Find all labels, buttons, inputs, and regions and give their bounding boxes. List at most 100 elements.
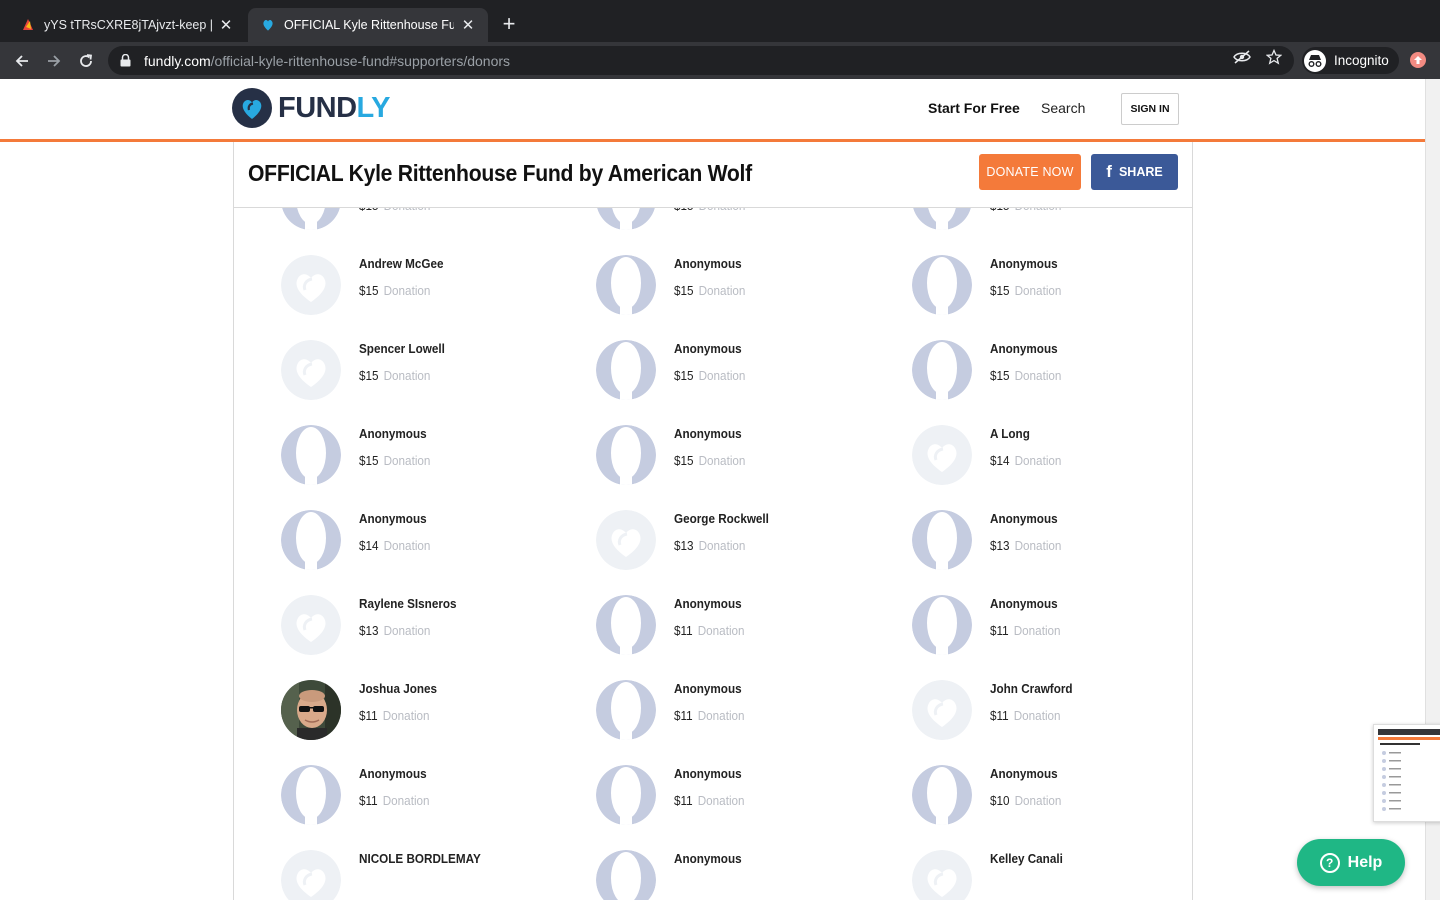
donation-label: Donation bbox=[1014, 283, 1062, 298]
fundly-default-avatar-icon bbox=[281, 340, 341, 400]
donor-name: Anonymous bbox=[990, 256, 1058, 271]
campaign-title: OFFICIAL Kyle Rittenhouse Fund by Americ… bbox=[248, 160, 752, 186]
donor-name: Anonymous bbox=[674, 851, 742, 866]
donor-name: NICOLE BORDLEMAY bbox=[359, 851, 481, 866]
anonymous-avatar-icon bbox=[596, 680, 656, 740]
donation-label: Donation bbox=[698, 283, 746, 298]
tab-favicon-icon bbox=[20, 17, 36, 33]
donation-value: $15 bbox=[674, 368, 694, 383]
donor-name: Anonymous bbox=[990, 766, 1058, 781]
incognito-profile-button[interactable]: Incognito bbox=[1302, 47, 1399, 74]
donor-card: Raylene SIsneros $13 Donation bbox=[281, 583, 581, 668]
help-button[interactable]: ? Help bbox=[1297, 839, 1405, 886]
address-bar[interactable]: fundly.com/official-kyle-rittenhouse-fun… bbox=[108, 46, 1294, 75]
donation-value: $10 bbox=[990, 793, 1010, 808]
browser-update-icon[interactable] bbox=[1410, 52, 1426, 68]
donation-value: $11 bbox=[990, 623, 1009, 638]
reload-icon[interactable] bbox=[74, 49, 98, 73]
nav-start-for-free[interactable]: Start For Free bbox=[928, 100, 1020, 116]
browser-tab-active[interactable]: OFFICIAL Kyle Rittenhouse Fun ✕ bbox=[248, 8, 488, 42]
donation-amount: $11 Donation bbox=[674, 793, 745, 808]
facebook-share-button[interactable]: f SHARE bbox=[1091, 154, 1178, 190]
donation-label: Donation bbox=[1014, 368, 1062, 383]
tab-close-icon[interactable]: ✕ bbox=[460, 17, 476, 34]
donor-name: Andrew McGee bbox=[359, 256, 444, 271]
browser-tab-bar: yYS tTRsCXRE8jTAjvzt-keep | F ✕ OFFICIAL… bbox=[0, 0, 1440, 42]
donor-grid: Anonymous $15 Donation Anonymous $15 Donati… bbox=[234, 158, 1194, 900]
bookmark-star-icon[interactable] bbox=[1265, 48, 1283, 66]
anonymous-avatar-icon bbox=[596, 340, 656, 400]
donor-card: Anonymous $14 Donation bbox=[281, 498, 581, 583]
donation-amount: $10 Donation bbox=[990, 793, 1061, 808]
donation-label: Donation bbox=[697, 623, 745, 638]
fundly-logo-icon bbox=[232, 88, 272, 128]
donation-label: Donation bbox=[697, 708, 745, 723]
fundly-favicon-icon bbox=[260, 17, 276, 33]
donation-label: Donation bbox=[383, 623, 431, 638]
donor-card: Anonymous $13 Donation bbox=[912, 498, 1212, 583]
screenshot-thumbnail-preview[interactable] bbox=[1373, 724, 1440, 822]
donation-value: $15 bbox=[674, 453, 694, 468]
donation-amount: $11 Donation bbox=[674, 708, 745, 723]
help-label: Help bbox=[1347, 853, 1383, 871]
donation-amount: $15 Donation bbox=[990, 283, 1061, 298]
sign-in-button[interactable]: SIGN IN bbox=[1121, 93, 1179, 125]
tab-title: yYS tTRsCXRE8jTAjvzt-keep | F bbox=[44, 18, 212, 32]
donation-amount: $11 Donation bbox=[359, 708, 430, 723]
donor-name: Anonymous bbox=[674, 681, 742, 696]
donation-amount: $15 Donation bbox=[359, 453, 430, 468]
donor-name: Anonymous bbox=[359, 426, 427, 441]
donation-value: $13 bbox=[359, 623, 379, 638]
browser-tab-inactive[interactable]: yYS tTRsCXRE8jTAjvzt-keep | F ✕ bbox=[8, 8, 246, 42]
donor-card: Anonymous $11 Donation bbox=[596, 668, 896, 753]
donation-label: Donation bbox=[382, 708, 430, 723]
donation-amount: $13 Donation bbox=[990, 538, 1061, 553]
back-icon[interactable] bbox=[10, 49, 34, 73]
anonymous-avatar-icon bbox=[281, 765, 341, 825]
donation-label: Donation bbox=[383, 368, 431, 383]
donor-row: Joshua Jones $11 Donation Anonymous $11 Don… bbox=[234, 668, 1194, 753]
donation-value: $11 bbox=[359, 793, 378, 808]
fundly-default-avatar-icon bbox=[912, 425, 972, 485]
fundly-default-avatar-icon bbox=[281, 595, 341, 655]
donor-card: Anonymous $11 Donation bbox=[596, 583, 896, 668]
donor-row: Spencer Lowell $15 Donation Anonymous $15 D… bbox=[234, 328, 1194, 413]
fundly-logo[interactable]: FUNDLY bbox=[232, 88, 390, 128]
tracking-eye-off-icon[interactable] bbox=[1233, 48, 1251, 66]
donor-card: Anonymous $15 Donation bbox=[596, 243, 896, 328]
tab-title: OFFICIAL Kyle Rittenhouse Fun bbox=[284, 18, 454, 32]
forward-icon[interactable] bbox=[42, 49, 66, 73]
donate-now-button[interactable]: DONATE NOW bbox=[979, 154, 1081, 190]
donor-row: Anonymous $15 Donation Anonymous $15 Donati… bbox=[234, 413, 1194, 498]
donation-amount: $11 Donation bbox=[359, 793, 430, 808]
donor-card: Anonymous $11 Donation bbox=[912, 583, 1212, 668]
new-tab-icon[interactable]: + bbox=[498, 13, 520, 35]
donation-amount: $14 Donation bbox=[359, 538, 430, 553]
nav-search[interactable]: Search bbox=[1041, 100, 1085, 116]
tab-close-icon[interactable]: ✕ bbox=[218, 17, 234, 34]
donor-card: Anonymous $11 Donation bbox=[281, 753, 581, 838]
fundly-wordmark: FUNDLY bbox=[278, 91, 390, 124]
fundly-default-avatar-icon bbox=[281, 255, 341, 315]
donor-name: Anonymous bbox=[359, 766, 427, 781]
donation-value: $14 bbox=[359, 538, 379, 553]
anonymous-avatar-icon bbox=[912, 510, 972, 570]
donation-label: Donation bbox=[1013, 708, 1061, 723]
donation-value: $13 bbox=[674, 538, 694, 553]
donor-card: Andrew McGee $15 Donation bbox=[281, 243, 581, 328]
browser-toolbar: fundly.com/official-kyle-rittenhouse-fun… bbox=[0, 42, 1440, 79]
site-header: FUNDLY Start For Free Search SIGN IN bbox=[0, 79, 1425, 142]
donation-amount: $15 Donation bbox=[674, 283, 745, 298]
donation-value: $11 bbox=[359, 708, 378, 723]
donor-row: NICOLE BORDLEMAY Anonymous Kelley Canali bbox=[234, 838, 1194, 900]
donation-label: Donation bbox=[383, 283, 431, 298]
help-question-icon: ? bbox=[1319, 852, 1340, 873]
donor-name: Anonymous bbox=[674, 426, 742, 441]
lock-icon bbox=[120, 54, 134, 68]
donor-row: Anonymous $11 Donation Anonymous $11 Donati… bbox=[234, 753, 1194, 838]
donor-card: Anonymous $15 Donation bbox=[596, 413, 896, 498]
donor-photo-avatar bbox=[281, 680, 341, 740]
donation-amount: $11 Donation bbox=[990, 623, 1061, 638]
donation-value: $11 bbox=[674, 623, 693, 638]
donor-card: Kelley Canali bbox=[912, 838, 1212, 900]
